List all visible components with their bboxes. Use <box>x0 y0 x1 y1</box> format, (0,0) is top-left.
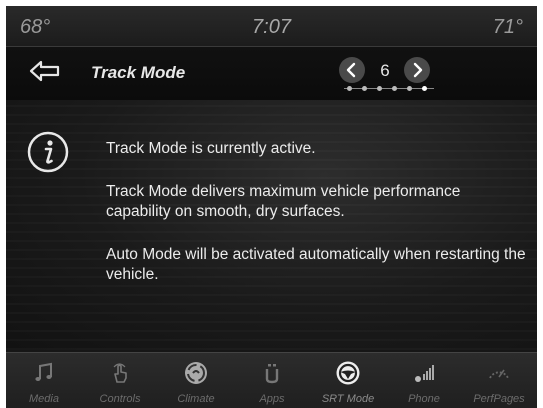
nav-climate[interactable]: Climate <box>158 353 234 408</box>
page-dot-active <box>422 86 427 91</box>
page-header: Track Mode 6 <box>6 47 537 100</box>
chevron-left-icon <box>346 62 356 78</box>
nav-srt-mode[interactable]: SRT Mode <box>310 353 386 408</box>
page-dot <box>377 86 382 91</box>
message-panel: Track Mode is currently active. Track Mo… <box>6 100 537 350</box>
nav-apps[interactable]: Apps <box>234 353 310 408</box>
chevron-right-icon <box>413 62 423 78</box>
nav-label: SRT Mode <box>321 393 375 405</box>
nav-label: Controls <box>99 393 141 405</box>
climate-fan-icon <box>185 362 207 384</box>
nav-label: Phone <box>408 393 440 405</box>
message-active: Track Mode is currently active. <box>106 140 316 157</box>
nav-label: Climate <box>177 393 215 405</box>
infotainment-screen: 68° 7:07 71° Track Mode 6 Track Mode is … <box>6 6 537 408</box>
apps-icon <box>265 364 279 384</box>
bottom-navigation: Media Controls Climate Apps SRT Mode Pho… <box>6 352 537 408</box>
clock: 7:07 <box>252 16 291 38</box>
music-note-icon <box>35 362 52 381</box>
inside-temperature: 71° <box>492 16 523 38</box>
bluetooth-signal-icon <box>415 365 434 382</box>
gauge-icon <box>489 369 509 379</box>
next-page-button[interactable] <box>404 57 430 83</box>
page-dot <box>407 86 412 91</box>
message-description: Track Mode delivers maximum vehicle perf… <box>106 183 461 220</box>
nav-label: Apps <box>259 393 285 405</box>
page-number: 6 <box>380 61 390 80</box>
nav-label: PerfPages <box>473 393 525 405</box>
nav-label: Media <box>29 393 59 405</box>
nav-media[interactable]: Media <box>6 353 82 408</box>
page-indicator-dots <box>344 86 434 94</box>
nav-perfpages[interactable]: PerfPages <box>461 353 537 408</box>
back-button[interactable] <box>28 58 62 84</box>
nav-phone[interactable]: Phone <box>386 353 462 408</box>
page-dot <box>392 86 397 91</box>
status-bar: 68° 7:07 71° <box>6 6 537 47</box>
hand-touch-icon <box>113 363 127 383</box>
back-arrow-icon <box>29 60 60 82</box>
page-dot <box>347 86 352 91</box>
info-icon <box>27 131 69 173</box>
page-dot <box>362 86 367 91</box>
page-title: Track Mode <box>91 63 186 82</box>
nav-controls[interactable]: Controls <box>82 353 158 408</box>
previous-page-button[interactable] <box>339 57 365 83</box>
steering-wheel-icon <box>336 361 360 385</box>
message-auto-mode: Auto Mode will be activated automaticall… <box>106 246 526 283</box>
